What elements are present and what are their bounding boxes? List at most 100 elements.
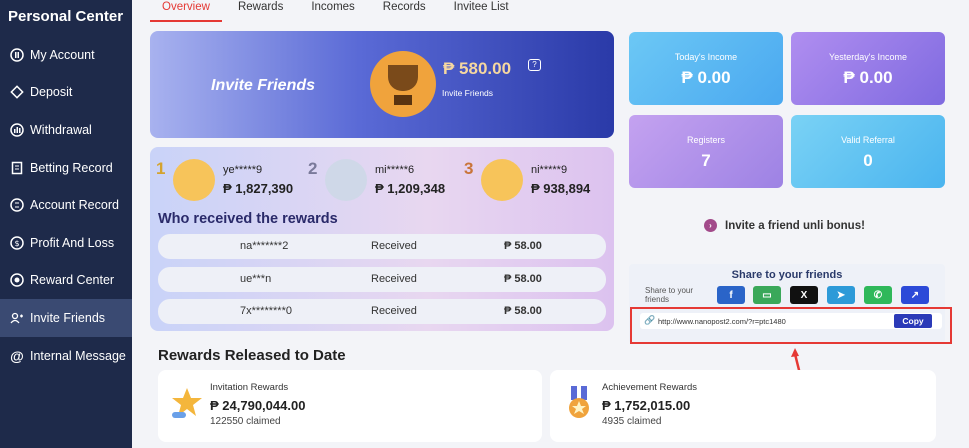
rank-amount: ₱ 1,209,348 [375, 181, 446, 196]
reward-card-title: Invitation Rewards [210, 382, 289, 393]
chevron-right-icon: › [704, 219, 717, 232]
rank-item: 2 mi*****6 ₱ 1,209,348 [306, 159, 456, 205]
invite-amount: ₱ 580.00 [443, 59, 512, 78]
sidebar-item-invite-friends[interactable]: Invite Friends [0, 299, 132, 337]
stat-label: Yesterday's Income [829, 52, 907, 62]
table-row: ue***n Received ₱ 58.00 [158, 267, 606, 292]
tab-rewards[interactable]: Rewards [226, 0, 295, 22]
rewards-released-title: Rewards Released to Date [158, 347, 346, 364]
sidebar-item-label: Invite Friends [30, 310, 106, 325]
tab-invitee-list[interactable]: Invitee List [442, 0, 521, 22]
row-user: ue***n [240, 273, 272, 285]
share-title: Share to your friends [731, 269, 843, 281]
message-icon: ▭ [762, 289, 772, 301]
telegram-icon: ➤ [836, 289, 846, 301]
promo-link[interactable]: › Invite a friend unli bonus! [704, 219, 865, 232]
stat-registers: Registers 7 [629, 115, 783, 188]
invite-friends-icon [9, 310, 25, 326]
table-row: 7x********0 Received ₱ 58.00 [158, 299, 606, 324]
tab-incomes[interactable]: Incomes [299, 0, 366, 22]
rank-number: 1 [156, 159, 166, 178]
stat-label: Registers [686, 135, 725, 145]
rank-name: ye*****9 [223, 164, 263, 176]
account-record-icon [9, 197, 25, 213]
referral-link-field[interactable]: 🔗 http://www.nanopost2.com/?r=ptc1480 Co… [640, 313, 942, 329]
stat-value: 0 [863, 151, 873, 170]
sidebar-item-withdrawal[interactable]: Withdrawal [0, 111, 132, 149]
x-share-button[interactable]: X [790, 286, 818, 304]
sidebar-item-deposit[interactable]: Deposit [0, 74, 132, 112]
row-user: na*******2 [240, 240, 289, 252]
whatsapp-icon: ✆ [873, 289, 883, 301]
whatsapp-share-button[interactable]: ✆ [864, 286, 892, 304]
rank-panel: 1 ye*****9 ₱ 1,827,390 2 mi*****6 ₱ 1,20… [150, 147, 614, 331]
star-hand-icon [172, 388, 202, 418]
sidebar-item-label: Withdrawal [30, 122, 92, 137]
stat-label: Valid Referral [841, 135, 895, 145]
account-icon [9, 47, 25, 63]
reward-card-title: Achievement Rewards [602, 382, 698, 393]
trophy-icon [370, 51, 436, 117]
sms-share-button[interactable]: ▭ [753, 286, 781, 304]
sidebar-item-label: Internal Message [30, 348, 126, 363]
link-icon: 🔗 [644, 315, 656, 325]
deposit-icon [9, 84, 25, 100]
rank-number: 2 [308, 159, 318, 178]
sidebar-item-my-account[interactable]: My Account [0, 36, 132, 74]
stat-valid-referral: Valid Referral 0 [791, 115, 945, 188]
at-icon: @ [10, 347, 24, 364]
sidebar-item-label: Account Record [30, 198, 119, 213]
sidebar-item-label: Profit And Loss [30, 235, 115, 250]
tab-records[interactable]: Records [371, 0, 438, 22]
row-amount: ₱ 58.00 [504, 273, 542, 285]
rank-number: 3 [464, 159, 474, 178]
invite-banner: Invite Friends ₱ 580.00 Invite Friends ? [150, 31, 614, 138]
sidebar-item-label: Deposit [30, 85, 73, 100]
telegram-share-button[interactable]: ➤ [827, 286, 855, 304]
referral-link-highlight: 🔗 http://www.nanopost2.com/?r=ptc1480 Co… [630, 307, 952, 344]
avatar [173, 159, 215, 201]
profit-loss-icon: $ [9, 235, 25, 251]
table-row: na*******2 Received ₱ 58.00 [158, 234, 606, 259]
row-user: 7x********0 [240, 305, 292, 317]
invite-amount-label: Invite Friends [442, 88, 494, 98]
reward-card-claimed: 4935 claimed [602, 416, 662, 427]
reward-card-claimed: 122550 claimed [210, 416, 281, 427]
stat-value: ₱ 0.00 [843, 68, 893, 87]
sidebar-item-reward-center[interactable]: Reward Center [0, 262, 132, 300]
stat-value: 7 [701, 151, 711, 170]
sidebar-item-account-record[interactable]: Account Record [0, 186, 132, 224]
reward-card-value: ₱ 24,790,044.00 [210, 398, 306, 413]
facebook-icon: f [729, 289, 733, 301]
rank-amount: ₱ 938,894 [531, 181, 591, 196]
help-chat-icon[interactable]: ? [528, 59, 541, 71]
stat-yesterday-income: Yesterday's Income ₱ 0.00 [791, 32, 945, 105]
sidebar-item-label: Betting Record [30, 160, 113, 175]
stat-label: Today's Income [674, 52, 738, 62]
withdrawal-icon [9, 122, 25, 138]
copy-button[interactable]: Copy [894, 314, 932, 328]
row-amount: ₱ 58.00 [504, 240, 542, 252]
share-label: Share to your friends [645, 286, 694, 304]
betting-record-icon [9, 160, 25, 176]
sidebar: Personal Center My Account Deposit Withd… [0, 0, 132, 448]
tab-overview[interactable]: Overview [150, 0, 222, 22]
sidebar-item-label: Reward Center [30, 273, 115, 288]
rank-name: ni*****9 [531, 164, 568, 176]
promo-text: Invite a friend unli bonus! [725, 219, 865, 232]
sidebar-item-profit-and-loss[interactable]: $ Profit And Loss [0, 224, 132, 262]
invite-banner-title: Invite Friends [211, 77, 316, 94]
sidebar-item-internal-message[interactable]: @ Internal Message [0, 337, 132, 375]
rank-amount: ₱ 1,827,390 [223, 181, 294, 196]
avatar [325, 159, 367, 201]
rank-item: 3 ni*****9 ₱ 938,894 [462, 159, 612, 205]
rank-name: mi*****6 [375, 164, 415, 176]
reward-center-icon [9, 272, 25, 288]
referral-url: http://www.nanopost2.com/?r=ptc1480 [658, 317, 786, 326]
facebook-share-button[interactable]: f [717, 286, 745, 304]
row-amount: ₱ 58.00 [504, 305, 542, 317]
more-share-button[interactable]: ↗ [901, 286, 929, 304]
sidebar-title: Personal Center [8, 8, 124, 25]
row-status: Received [371, 240, 417, 252]
sidebar-item-betting-record[interactable]: Betting Record [0, 149, 132, 187]
